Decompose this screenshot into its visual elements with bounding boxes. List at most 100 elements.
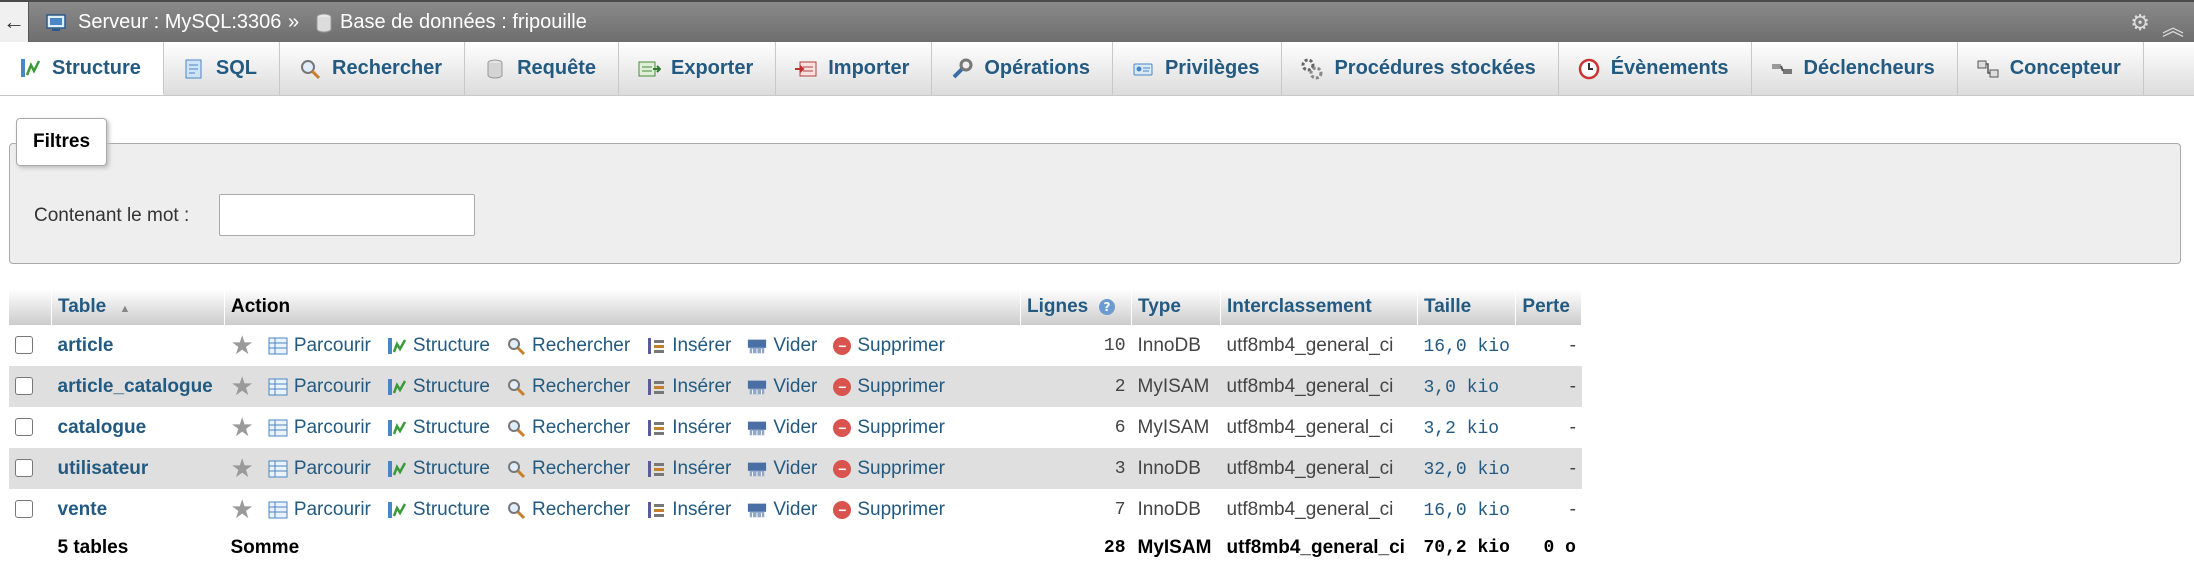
row-checkbox[interactable] [15,500,33,519]
empty-label[interactable]: Vider [773,417,817,439]
header-type[interactable]: Type [1131,289,1221,325]
search-label[interactable]: Rechercher [532,458,630,480]
empty-label[interactable]: Vider [773,335,817,357]
favorite-star-icon[interactable]: ★ [231,412,254,443]
tab-query[interactable]: Requête [465,42,619,95]
header-table[interactable]: Table ▲ [51,289,225,325]
browse-action[interactable]: Parcourir [268,335,371,357]
structure-label[interactable]: Structure [413,499,490,521]
empty-label[interactable]: Vider [773,458,817,480]
favorite-star-icon[interactable]: ★ [231,371,254,402]
empty-action[interactable]: Vider [747,335,817,357]
tab-structure[interactable]: Structure [0,42,164,95]
table-name-link[interactable]: article [58,335,114,356]
table-name-link[interactable]: vente [58,499,108,520]
row-checkbox[interactable] [15,418,33,437]
empty-label[interactable]: Vider [773,376,817,398]
favorite-star-icon[interactable]: ★ [231,453,254,484]
tab-sql[interactable]: SQL [164,42,281,95]
structure-label[interactable]: Structure [413,376,490,398]
row-checkbox[interactable] [15,336,33,355]
drop-label[interactable]: Supprimer [857,376,945,398]
structure-action[interactable]: Structure [387,499,490,521]
tab-events[interactable]: Évènements [1559,42,1752,95]
structure-label[interactable]: Structure [413,458,490,480]
drop-label[interactable]: Supprimer [857,417,945,439]
drop-label[interactable]: Supprimer [857,499,945,521]
filter-word-input[interactable] [219,194,475,236]
tab-import[interactable]: Importer [776,42,933,95]
insert-action[interactable]: Insérer [646,499,731,521]
drop-action[interactable]: − Supprimer [833,458,945,480]
breadcrumb-server[interactable]: Serveur : MySQL:3306 [46,11,281,34]
drop-action[interactable]: − Supprimer [833,376,945,398]
structure-action[interactable]: Structure [387,335,490,357]
structure-label[interactable]: Structure [413,335,490,357]
browse-action[interactable]: Parcourir [268,376,371,398]
empty-action[interactable]: Vider [747,458,817,480]
table-name-link[interactable]: utilisateur [58,458,149,479]
breadcrumb-database[interactable]: Base de données : fripouille [316,11,587,34]
tab-designer[interactable]: Concepteur [1958,42,2144,95]
drop-label[interactable]: Supprimer [857,458,945,480]
header-table-label[interactable]: Table [58,296,106,317]
help-icon[interactable]: ? [1098,298,1116,316]
insert-label[interactable]: Insérer [672,458,731,480]
browse-label[interactable]: Parcourir [294,376,371,398]
header-size[interactable]: Taille [1417,289,1517,325]
insert-label[interactable]: Insérer [672,499,731,521]
empty-action[interactable]: Vider [747,499,817,521]
search-action[interactable]: Rechercher [506,335,630,357]
browse-label[interactable]: Parcourir [294,499,371,521]
insert-action[interactable]: Insérer [646,458,731,480]
table-name-link[interactable]: article_catalogue [58,376,213,397]
empty-label[interactable]: Vider [773,499,817,521]
header-rows[interactable]: Lignes ? [1020,289,1132,325]
search-label[interactable]: Rechercher [532,417,630,439]
structure-action[interactable]: Structure [387,376,490,398]
header-overhead[interactable]: Perte [1515,289,1583,325]
header-rows-label[interactable]: Lignes [1027,296,1088,317]
tab-search[interactable]: Rechercher [280,42,466,95]
breadcrumb-server-label[interactable]: Serveur : MySQL:3306 [78,11,281,34]
drop-action[interactable]: − Supprimer [833,499,945,521]
search-action[interactable]: Rechercher [506,499,630,521]
structure-label[interactable]: Structure [413,417,490,439]
header-collation[interactable]: Interclassement [1220,289,1418,325]
drop-action[interactable]: − Supprimer [833,335,945,357]
empty-action[interactable]: Vider [747,417,817,439]
back-arrow-icon[interactable]: ← [0,2,29,42]
drop-action[interactable]: − Supprimer [833,417,945,439]
search-label[interactable]: Rechercher [532,499,630,521]
breadcrumb-database-label[interactable]: Base de données : fripouille [340,11,587,34]
search-label[interactable]: Rechercher [532,335,630,357]
drop-label[interactable]: Supprimer [857,335,945,357]
search-label[interactable]: Rechercher [532,376,630,398]
insert-label[interactable]: Insérer [672,335,731,357]
favorite-star-icon[interactable]: ★ [231,494,254,525]
browse-action[interactable]: Parcourir [268,458,371,480]
insert-action[interactable]: Insérer [646,417,731,439]
browse-action[interactable]: Parcourir [268,417,371,439]
browse-label[interactable]: Parcourir [294,417,371,439]
settings-gear-icon[interactable]: ⚙ [2130,10,2150,42]
tab-routines[interactable]: Procédures stockées [1282,42,1559,95]
structure-action[interactable]: Structure [387,458,490,480]
tab-operations[interactable]: Opérations [932,42,1113,95]
browse-label[interactable]: Parcourir [294,458,371,480]
row-checkbox[interactable] [15,459,33,478]
insert-label[interactable]: Insérer [672,417,731,439]
tab-privileges[interactable]: Privilèges [1113,42,1283,95]
insert-action[interactable]: Insérer [646,376,731,398]
empty-action[interactable]: Vider [747,376,817,398]
browse-label[interactable]: Parcourir [294,335,371,357]
tab-export[interactable]: Exporter [619,42,777,95]
search-action[interactable]: Rechercher [506,458,630,480]
search-action[interactable]: Rechercher [506,376,630,398]
row-checkbox[interactable] [15,377,33,396]
collapse-icon[interactable]: ︽ [2162,10,2184,42]
insert-label[interactable]: Insérer [672,376,731,398]
insert-action[interactable]: Insérer [646,335,731,357]
structure-action[interactable]: Structure [387,417,490,439]
search-action[interactable]: Rechercher [506,417,630,439]
